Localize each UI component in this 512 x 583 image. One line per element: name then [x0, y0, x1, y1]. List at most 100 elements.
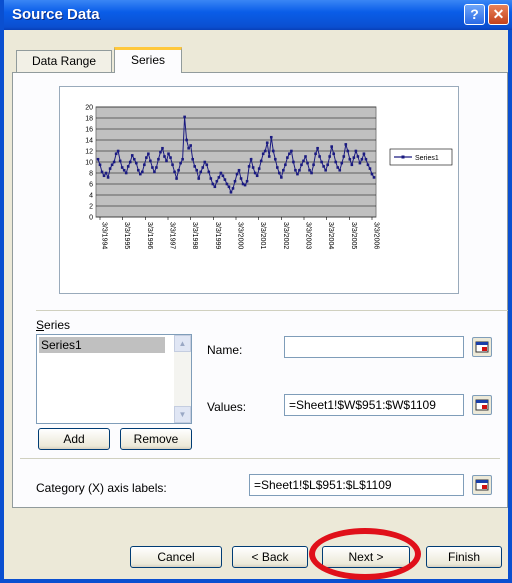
data-point: [197, 177, 201, 180]
data-point: [282, 168, 285, 172]
series-group-label: Series: [36, 318, 71, 332]
tab-series-label: Series: [130, 53, 165, 67]
listbox-scrollbar[interactable]: ▲ ▼: [174, 335, 191, 423]
data-point: [316, 146, 319, 150]
scroll-up-icon[interactable]: ▲: [174, 335, 191, 352]
x-tick-label: 3/3/1998: [191, 222, 198, 249]
data-point: [273, 157, 277, 161]
data-point: [259, 159, 263, 163]
data-point: [368, 167, 372, 170]
x-tick-label: 3/3/2004: [327, 222, 334, 249]
data-point: [96, 157, 100, 161]
series-listbox[interactable]: Series1 ▲ ▼: [36, 334, 192, 424]
data-point: [324, 168, 327, 172]
data-point: [330, 145, 333, 148]
legend-marker: [401, 155, 405, 159]
tab-data-range[interactable]: Data Range: [16, 50, 112, 72]
scroll-down-icon[interactable]: ▼: [174, 406, 191, 423]
x-tick-label: 3/3/1997: [169, 222, 176, 249]
y-tick-label: 8: [89, 171, 93, 178]
data-point: [122, 168, 126, 172]
data-point: [104, 171, 108, 175]
data-point: [175, 177, 178, 180]
data-point: [336, 166, 340, 169]
tab-series[interactable]: Series: [114, 47, 182, 73]
data-point: [298, 168, 301, 172]
y-tick-label: 10: [85, 160, 93, 167]
tab-data-range-label: Data Range: [31, 54, 97, 68]
title-bar[interactable]: Source Data ? ✕: [4, 0, 512, 30]
x-tick-label: 3/3/1994: [101, 222, 108, 249]
finish-button[interactable]: Finish: [426, 546, 502, 568]
data-point: [346, 149, 350, 153]
data-point: [124, 171, 128, 175]
data-point: [177, 168, 180, 172]
series-group-label-text: eries: [44, 318, 71, 332]
data-point: [348, 157, 352, 161]
data-point: [310, 171, 313, 175]
data-point: [130, 154, 134, 157]
data-point: [366, 163, 370, 167]
data-point: [271, 149, 275, 153]
help-button[interactable]: ?: [464, 4, 485, 25]
data-point: [213, 185, 217, 189]
x-tick-label: 3/3/1995: [123, 222, 130, 249]
category-axis-field[interactable]: =Sheet1!$L$951:$L$1109: [249, 474, 464, 496]
x-tick-label: 3/3/1999: [214, 222, 221, 249]
data-point: [215, 179, 219, 183]
name-field[interactable]: [284, 336, 464, 358]
y-tick-label: 20: [85, 105, 93, 112]
data-point: [300, 163, 303, 167]
legend-label: Series1: [415, 155, 439, 162]
data-point: [362, 152, 366, 156]
cancel-button[interactable]: Cancel: [130, 546, 222, 568]
x-tick-label: 3/3/2005: [350, 222, 357, 249]
data-point: [98, 163, 102, 167]
name-range-picker-button[interactable]: [472, 337, 492, 357]
data-point: [171, 163, 174, 167]
data-point: [360, 157, 364, 161]
data-point: [147, 152, 150, 156]
data-point: [294, 168, 297, 172]
category-range-picker-button[interactable]: [472, 475, 492, 495]
close-button[interactable]: ✕: [488, 4, 509, 25]
data-point: [312, 163, 315, 167]
data-point: [253, 171, 257, 175]
data-point: [233, 179, 237, 183]
y-tick-label: 0: [89, 215, 93, 222]
data-point: [320, 160, 323, 164]
data-point: [203, 160, 207, 164]
y-tick-label: 18: [85, 116, 93, 123]
name-label: Name:: [207, 343, 243, 357]
separator-bottom: [20, 458, 500, 459]
data-point: [165, 159, 168, 163]
line-chart: 201816141210864203/3/1994 3/3/1995 3/3/199…: [85, 105, 453, 249]
data-point: [370, 172, 374, 176]
values-label: Values:: [207, 400, 247, 414]
data-point: [141, 170, 144, 174]
data-point: [255, 174, 259, 178]
add-button[interactable]: Add: [38, 428, 110, 450]
values-field[interactable]: =Sheet1!$W$951:$W$1109: [284, 394, 464, 416]
data-point: [106, 176, 110, 179]
x-tick-label: 3/3/2000: [237, 222, 244, 249]
data-point: [209, 177, 213, 180]
data-point: [344, 143, 348, 146]
remove-button[interactable]: Remove: [120, 428, 192, 450]
data-point: [193, 165, 197, 168]
data-point: [108, 167, 112, 170]
list-item[interactable]: Series1: [39, 337, 165, 353]
data-point: [227, 185, 231, 189]
data-point: [280, 176, 283, 179]
data-point: [251, 166, 255, 169]
data-point: [181, 157, 184, 161]
data-point: [118, 159, 122, 163]
data-point: [100, 170, 104, 174]
source-data-dialog: Source Data ? ✕ Data Range Series 20 18 16…: [0, 0, 512, 583]
data-point: [195, 168, 199, 172]
data-point: [167, 152, 170, 156]
y-tick-label: 14: [85, 138, 93, 145]
back-button[interactable]: < Back: [232, 546, 308, 568]
values-range-picker-button[interactable]: [472, 395, 492, 415]
separator-top: [36, 310, 508, 311]
